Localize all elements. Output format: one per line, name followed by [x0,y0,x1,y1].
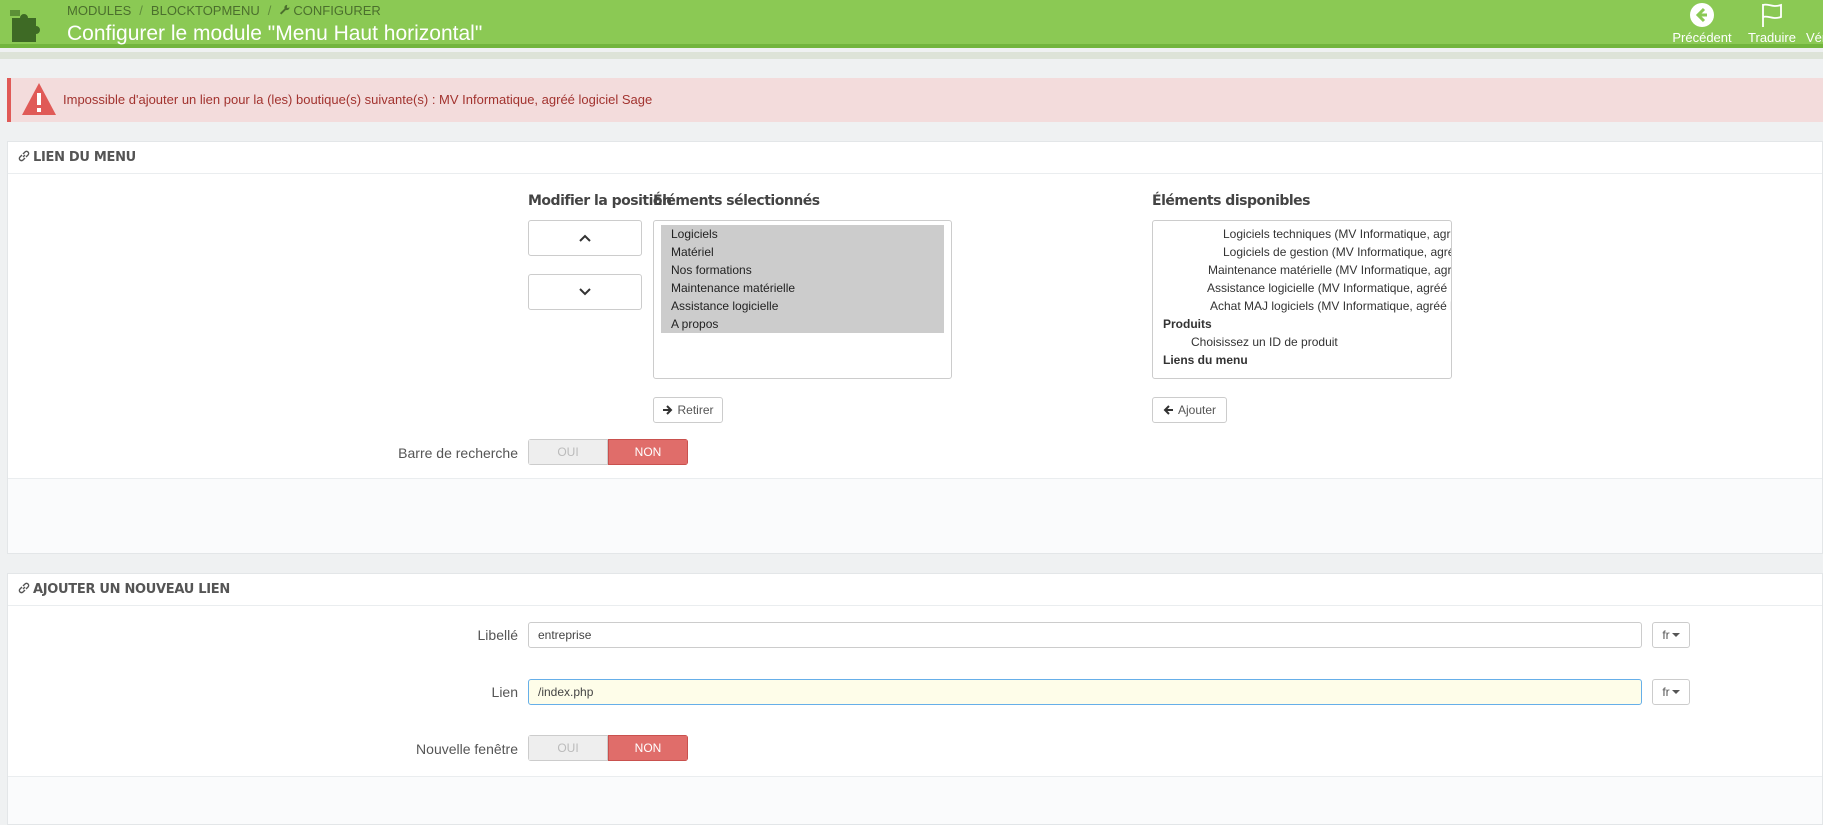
back-button-label: Précédent [1672,30,1732,45]
add-button[interactable]: Ajouter [1152,397,1227,423]
panel-footer [8,478,1822,553]
alert-message: Impossible d'ajouter un lien pour la (le… [63,92,653,107]
selected-item[interactable]: Logiciels [661,225,944,243]
selected-item[interactable]: Nos formations [661,261,944,279]
available-group: Produits [1163,317,1212,331]
flag-icon [1762,3,1782,27]
link-input[interactable] [528,679,1642,705]
page-title: Configurer le module "Menu Haut horizont… [67,22,483,45]
check-button[interactable]: Vér [1806,2,1823,45]
arrow-left-circle-icon [1690,3,1714,27]
label-lang-dropdown[interactable]: fr [1652,622,1690,648]
link-icon [18,150,30,162]
breadcrumb-configure-label: CONFIGURER [293,3,381,18]
caret-down-icon [1671,690,1680,694]
panel-footer [8,776,1822,824]
available-items-label: Éléments disponibles [1152,193,1311,209]
lang-code: fr [1662,685,1670,699]
position-label: Modifier la position [528,193,672,209]
breadcrumb-modules[interactable]: MODULES [67,3,131,18]
toggle-yes[interactable]: OUI [528,735,608,761]
arrow-left-icon [1163,405,1173,415]
selected-item[interactable]: Maintenance matérielle [661,279,944,297]
remove-button[interactable]: Retirer [653,397,723,423]
available-item[interactable]: Assistance logicielle (MV Informatique, … [1153,279,1451,297]
available-items-list[interactable]: Logiciels techniques (MV Informatique, a… [1152,220,1452,379]
available-item[interactable]: Maintenance matérielle (MV Informatique,… [1153,261,1451,279]
available-item[interactable]: Achat MAJ logiciels (MV Informatique, ag… [1153,297,1451,315]
search-bar-toggle[interactable]: OUI NON [528,439,688,465]
available-item[interactable]: Logiciels de gestion (MV Informatique, a… [1153,243,1451,261]
back-button[interactable]: Précédent [1670,2,1734,45]
selected-items-label: Éléments sélectionnés [653,193,820,209]
selected-item[interactable]: Assistance logicielle [661,297,944,315]
translate-button[interactable]: Traduire [1744,2,1800,45]
chevron-down-icon [579,288,591,296]
warning-triangle-icon [22,83,56,115]
panel-heading: LIEN DU MENU [8,142,1822,174]
breadcrumb-blocktopmenu[interactable]: BLOCKTOPMENU [151,3,260,18]
panel-heading: AJOUTER UN NOUVEAU LIEN [8,574,1822,606]
selected-items-list[interactable]: Logiciels Matériel Nos formations Mainte… [653,220,952,379]
available-item[interactable]: Logiciels techniques (MV Informatique, a… [1153,225,1451,243]
remove-button-label: Retirer [677,403,714,417]
search-bar-label: Barre de recherche [398,445,518,461]
breadcrumb: MODULES / BLOCKTOPMENU / CONFIGURER [67,3,381,18]
arrow-right-icon [663,405,673,415]
add-button-label: Ajouter [1177,403,1217,417]
check-icon [1806,2,1823,28]
label-input[interactable] [528,622,1642,648]
link-field-label: Lien [491,684,518,700]
panel-heading-label: LIEN DU MENU [33,150,136,165]
check-button-label: Vér [1806,30,1823,45]
panel-heading-label: AJOUTER UN NOUVEAU LIEN [33,582,230,597]
wrench-icon [280,4,290,15]
available-group: Liens du menu [1163,353,1248,367]
link-lang-dropdown[interactable]: fr [1652,679,1690,705]
available-item[interactable]: Choisissez un ID de produit [1153,333,1451,351]
translate-button-label: Traduire [1748,30,1796,45]
page-header: MODULES / BLOCKTOPMENU / CONFIGURER Conf… [0,0,1823,48]
selected-item[interactable]: A propos [661,315,944,333]
lang-code: fr [1662,628,1670,642]
error-alert: Impossible d'ajouter un lien pour la (le… [7,78,1823,122]
breadcrumb-separator: / [139,3,143,18]
new-link-panel: AJOUTER UN NOUVEAU LIEN Libellé fr Lien … [7,573,1823,825]
caret-down-icon [1671,633,1680,637]
link-icon [18,582,30,594]
new-window-toggle[interactable]: OUI NON [528,735,688,761]
move-down-button[interactable] [528,274,642,310]
move-up-button[interactable] [528,220,642,256]
toggle-no[interactable]: NON [608,439,688,465]
breadcrumb-separator: / [267,3,272,18]
chevron-up-icon [579,234,591,242]
label-field-label: Libellé [477,627,518,643]
selected-item[interactable]: Matériel [661,243,944,261]
menu-links-panel: LIEN DU MENU Modifier la position Élémen… [7,141,1823,554]
header-subbar [0,52,1823,59]
toggle-yes[interactable]: OUI [528,439,608,465]
puzzle-module-icon [10,10,40,42]
toggle-no[interactable]: NON [608,735,688,761]
new-window-label: Nouvelle fenêtre [416,741,518,757]
breadcrumb-configure[interactable]: CONFIGURER [279,3,381,18]
